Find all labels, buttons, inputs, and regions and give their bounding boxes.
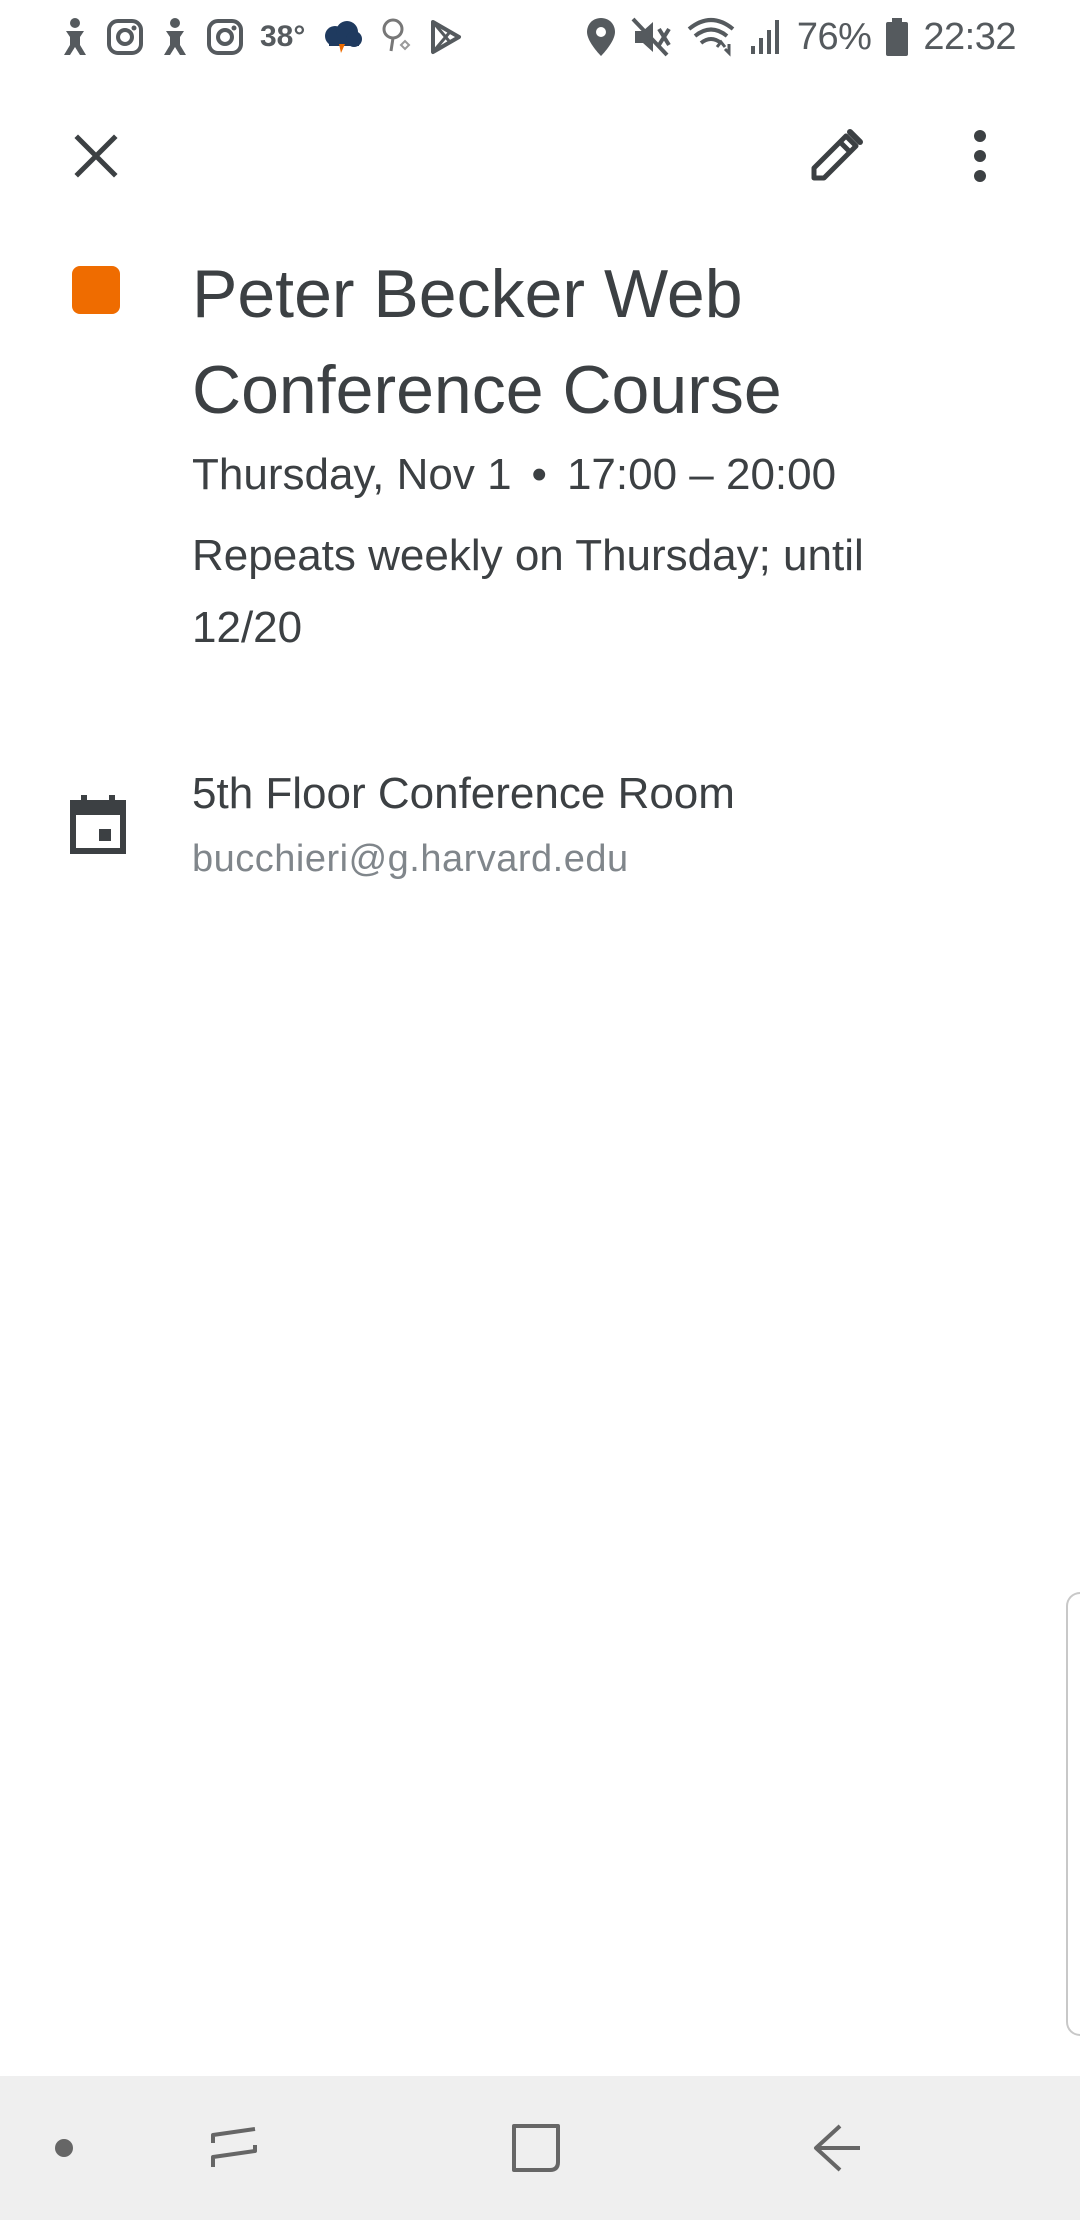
instagram-icon	[106, 18, 144, 56]
edge-panel-handle[interactable]	[1066, 1592, 1080, 2036]
event-color-chip	[72, 266, 120, 314]
calendar-icon	[62, 788, 134, 860]
battery-icon	[885, 17, 909, 57]
event-recurrence: Repeats weekly on Thursday; until 12/20	[192, 531, 864, 652]
weather-icon	[321, 20, 363, 54]
home-icon	[512, 2124, 560, 2172]
location-icon	[585, 16, 617, 58]
status-bar: 38° 76% 22:32	[0, 0, 1080, 74]
event-title: Peter Becker Web Conference Course	[192, 256, 782, 428]
recents-icon	[211, 2127, 257, 2167]
play-store-icon	[429, 19, 463, 55]
nav-dot-button[interactable]	[28, 2112, 100, 2184]
event-toolbar	[0, 100, 1080, 212]
instagram-icon	[206, 18, 244, 56]
more-vert-icon	[974, 130, 986, 182]
event-detail-screen: 38° 76% 22:32 Peter Becker Web Conferenc…	[0, 0, 1080, 2220]
event-separator: •	[531, 450, 547, 499]
accessibility-icon	[160, 17, 190, 57]
status-bar-notifications: 38°	[60, 14, 463, 60]
clock: 22:32	[923, 15, 1016, 58]
temperature-text: 38°	[260, 20, 306, 53]
status-bar-system: 76% 22:32	[585, 14, 1016, 60]
pencil-icon	[811, 129, 863, 181]
accessibility-icon	[60, 17, 90, 57]
calendar-name: 5th Floor Conference Room	[192, 769, 735, 818]
close-button[interactable]	[48, 108, 144, 204]
event-time-range: 17:00 – 20:00	[566, 450, 837, 499]
signal-icon	[749, 18, 783, 56]
event-date: Thursday, Nov 1	[192, 450, 512, 499]
wifi-icon	[687, 17, 735, 57]
dot-icon	[55, 2139, 73, 2157]
event-date-time: Thursday, Nov 1 • 17:00 – 20:00	[192, 448, 1052, 502]
mute-icon	[631, 17, 673, 57]
home-button[interactable]	[500, 2112, 572, 2184]
back-icon	[814, 2124, 860, 2172]
edit-button[interactable]	[788, 108, 884, 204]
recents-button[interactable]	[198, 2112, 270, 2184]
battery-percent: 76%	[796, 15, 872, 58]
calendar-owner-email: bucchieri@g.harvard.edu	[192, 838, 629, 880]
more-options-button[interactable]	[932, 108, 1028, 204]
app-notification-icon	[379, 17, 413, 57]
close-icon	[74, 134, 118, 178]
navigation-bar	[0, 2076, 1080, 2220]
back-button[interactable]	[802, 2112, 874, 2184]
